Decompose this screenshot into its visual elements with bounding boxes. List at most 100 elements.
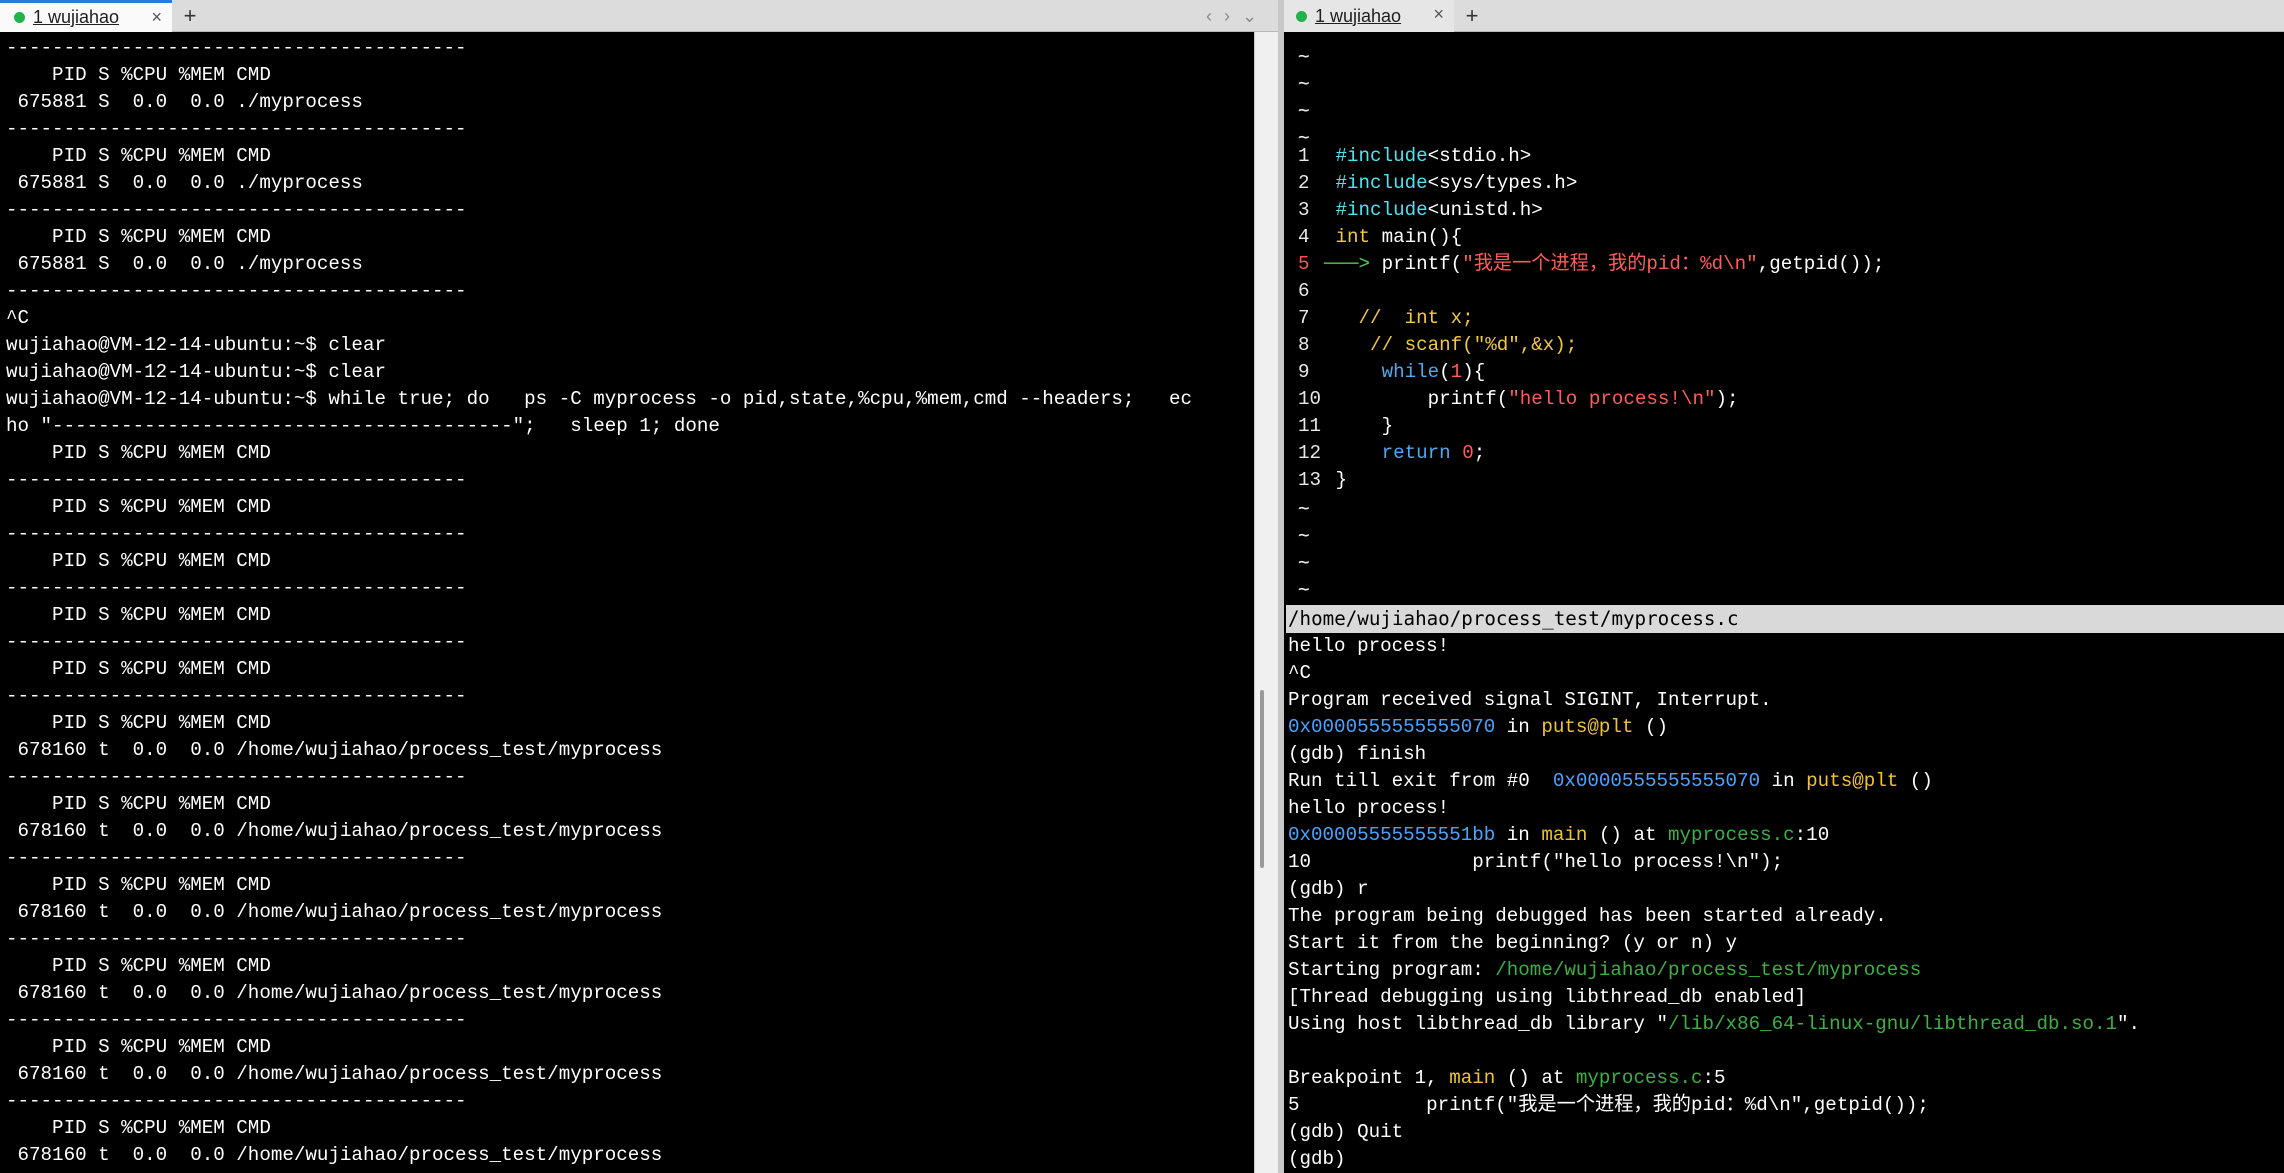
gdb-token: /home/wujiahao/process_test/myprocess (1495, 959, 1922, 981)
terminal-line: 678160 t 0.0 0.0 /home/wujiahao/process_… (6, 901, 663, 923)
terminal-line: 678160 t 0.0 0.0 /home/wujiahao/process_… (6, 1063, 663, 1085)
gdb-line: [Thread debugging using libthread_db ena… (1288, 984, 2140, 1011)
gdb-line: Starting program: /home/wujiahao/process… (1288, 957, 2140, 984)
terminal-line: PID S %CPU %MEM CMD (6, 874, 271, 896)
line-number: 12 (1298, 442, 1322, 464)
terminal-line: PID S %CPU %MEM CMD (6, 1117, 271, 1139)
chevron-down-icon[interactable]: ⌄ (1242, 6, 1257, 27)
gdb-token: 10 printf("hello process!\n"); (1288, 851, 1784, 873)
tab-label: 1 wujiahao (1315, 5, 1402, 26)
terminal-line: PID S %CPU %MEM CMD (6, 604, 271, 626)
gdb-token: puts@plt (1806, 770, 1899, 792)
code-line: 2 #include<sys/types.h> (1298, 170, 1884, 197)
code-token: #include (1335, 199, 1428, 221)
gdb-line: (gdb) Quit (1288, 1119, 2140, 1146)
close-tab-icon[interactable]: × (151, 7, 162, 28)
left-terminal[interactable]: ----------------------------------------… (0, 32, 1254, 1173)
code-token: 1 (1450, 361, 1463, 383)
empty-line-marker: ~ (1298, 71, 1310, 94)
code-token: int (1335, 226, 1371, 248)
gdb-token: hello process! (1288, 797, 1450, 819)
terminal-line: PID S %CPU %MEM CMD (6, 550, 271, 572)
gdb-token: () at (1587, 824, 1668, 846)
chevron-left-icon[interactable]: ‹ (1206, 6, 1212, 27)
terminal-line: ---------------------------------------- (6, 523, 467, 545)
gdb-token: () (1633, 716, 1668, 738)
gdb-token: () (1898, 770, 1933, 792)
code-line: 5 ───> printf("我是一个进程，我的pid：%d\n",getpid(… (1298, 251, 1884, 278)
line-number: 6 (1298, 280, 1310, 302)
line-number: 11 (1298, 415, 1322, 437)
new-tab-button[interactable]: + (1456, 0, 1488, 32)
gdb-token: puts@plt (1541, 716, 1634, 738)
gdb-token: :5 (1702, 1067, 1726, 1089)
gdb-token: Run till exit from #0 (1288, 770, 1553, 792)
gdb-output[interactable]: hello process! ^C Program received signal … (1288, 633, 2140, 1173)
gdb-token: Using host libthread_db library " (1288, 1013, 1668, 1035)
gdb-line: hello process! (1288, 795, 2140, 822)
empty-line-marker: ~ (1298, 523, 1310, 546)
code-token: return (1381, 442, 1451, 464)
terminal-line: 675881 S 0.0 0.0 ./myprocess (6, 253, 363, 275)
gdb-line: 5 printf("我是一个进程，我的pid：%d\n",getpid()); (1288, 1092, 2140, 1119)
gdb-line: The program being debugged has been star… (1288, 903, 2140, 930)
code-token: <unistd.h> (1427, 199, 1543, 221)
scrollbar-thumb[interactable] (1260, 690, 1264, 868)
empty-line-marker: ~ (1298, 496, 1310, 519)
gdb-line: 10 printf("hello process!\n"); (1288, 849, 2140, 876)
gdb-token: in (1495, 824, 1542, 846)
gdb-line: hello process! (1288, 633, 2140, 660)
new-tab-button[interactable]: + (174, 0, 206, 32)
terminal-line: PID S %CPU %MEM CMD (6, 793, 271, 815)
gdb-line: (gdb) r (1288, 876, 2140, 903)
gdb-token: () at (1495, 1067, 1576, 1089)
code-token: ; (1473, 442, 1486, 464)
gdb-line: 0x00005555555551bb in main () at myproce… (1288, 822, 2140, 849)
connected-status-icon (1296, 10, 1307, 22)
gdb-line: 0x0000555555555070 in puts@plt () (1288, 714, 2140, 741)
terminal-line: ---------------------------------------- (6, 928, 467, 950)
line-number: 1 (1298, 145, 1310, 167)
gdb-token: in (1760, 770, 1807, 792)
terminal-line: PID S %CPU %MEM CMD (6, 658, 271, 680)
terminal-line: PID S %CPU %MEM CMD (6, 64, 271, 86)
code-line: 8 // scanf("%d",&x); (1298, 332, 1884, 359)
terminal-line: ---------------------------------------- (6, 631, 467, 653)
code-token: main(){ (1370, 226, 1463, 248)
gdb-token: main (1449, 1067, 1496, 1089)
terminal-line: PID S %CPU %MEM CMD (6, 1036, 271, 1058)
code-line: 10 printf("hello process!\n"); (1298, 386, 1884, 413)
line-number: 2 (1298, 172, 1310, 194)
line-number: 9 (1298, 361, 1310, 383)
code-line: 1 #include<stdio.h> (1298, 143, 1884, 170)
terminal-line: 678160 t 0.0 0.0 /home/wujiahao/process_… (6, 982, 663, 1004)
empty-line-marker: ~ (1298, 577, 1310, 600)
code-line: 6 (1298, 278, 1884, 305)
terminal-line: ---------------------------------------- (6, 766, 467, 788)
terminal-line: wujiahao@VM-12-14-ubuntu:~$ while true; … (6, 388, 1192, 410)
close-tab-icon[interactable]: × (1433, 4, 1444, 25)
gdb-token: Program received signal SIGINT, Interrup… (1288, 689, 1772, 711)
code-token: "我是一个进程，我的pid：%d\n" (1462, 253, 1758, 275)
left-tab-bar: 1 wujiahao × + ‹ › ⌄ (0, 0, 1278, 32)
gdb-line: Breakpoint 1, main () at myprocess.c:5 (1288, 1065, 2140, 1092)
terminal-line: 675881 S 0.0 0.0 ./myprocess (6, 172, 363, 194)
connected-status-icon (14, 12, 25, 23)
tab-wujiahao-right[interactable]: 1 wujiahao × (1282, 0, 1454, 32)
code-token: ){ (1462, 361, 1486, 383)
line-number: 10 (1298, 388, 1322, 410)
tab-wujiahao-left[interactable]: 1 wujiahao × (0, 0, 172, 32)
code-token: printf( (1335, 388, 1509, 410)
chevron-right-icon[interactable]: › (1224, 6, 1230, 27)
left-scrollbar[interactable] (1254, 32, 1279, 1173)
terminal-line: wujiahao@VM-12-14-ubuntu:~$ clear (6, 334, 386, 356)
line-number: 13 (1298, 469, 1322, 491)
terminal-line: 678160 t 0.0 0.0 /home/wujiahao/process_… (6, 1144, 663, 1166)
empty-line-marker: ~ (1298, 550, 1310, 573)
code-token: // int x; (1335, 307, 1474, 329)
gdb-token: Start it from the beginning? (y or n) y (1288, 932, 1738, 954)
terminal-line: ---------------------------------------- (6, 847, 467, 869)
gdb-token: :10 (1794, 824, 1830, 846)
gdb-token: Starting program: (1288, 959, 1496, 981)
